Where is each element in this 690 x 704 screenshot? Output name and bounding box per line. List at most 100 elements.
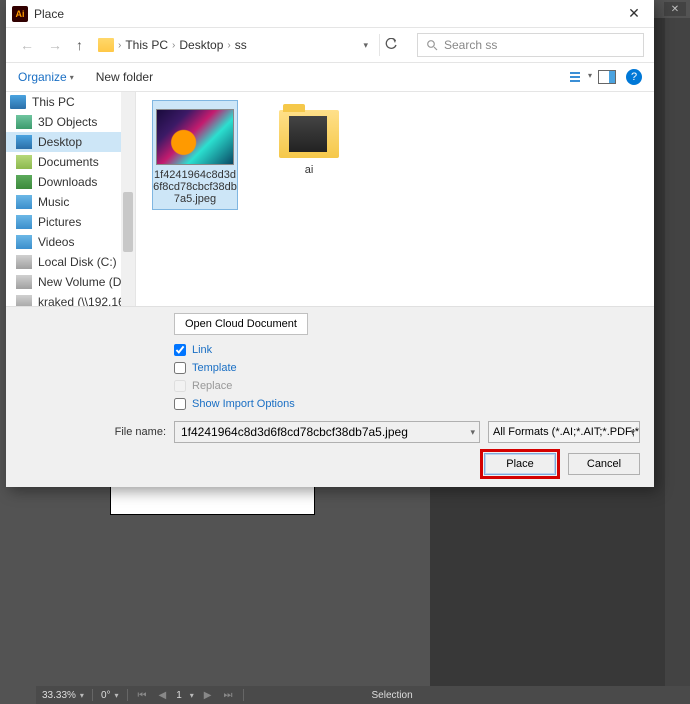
status-bar: 33.33% ▾ 0° ▾ ⏮ ◀ 1 ▾ ▶ ⏭ Selection: [36, 686, 690, 704]
disk-icon: [16, 295, 32, 306]
organize-menu[interactable]: Organize ▾: [18, 70, 74, 84]
help-button[interactable]: ?: [626, 69, 642, 85]
ai-app-icon: Ai: [12, 6, 28, 22]
tool-name: Selection: [372, 690, 413, 701]
show-import-label[interactable]: Show Import Options: [192, 398, 295, 410]
file-filter-select[interactable]: All Formats (*.AI;*.AIT;*.PDF;*.D ▾: [488, 421, 640, 443]
sidebar: This PC 3D Objects Desktop Documents Downloa…: [6, 92, 136, 306]
sidebar-item-label: kraked (\\192.16: [38, 295, 125, 306]
search-placeholder: Search ss: [444, 38, 497, 52]
template-checkbox[interactable]: [174, 362, 186, 374]
dialog-navrow: ← → ↑ › This PC › Desktop › ss ▾ Search …: [6, 28, 654, 62]
preview-pane-button[interactable]: [598, 70, 616, 84]
place-dialog: Ai Place ✕ ← → ↑ › This PC › Desktop › s…: [6, 0, 654, 487]
rotate-value[interactable]: 0°: [101, 690, 111, 701]
dialog-toolbar: Organize ▾ New folder ▾ ?: [6, 62, 654, 92]
sidebar-item-new-volume-d-[interactable]: New Volume (D:: [6, 272, 135, 292]
pc-icon: [10, 95, 26, 109]
file-name: 1f4241964c8d3d6f8cd78cbcf38db7a5.jpeg: [153, 169, 237, 205]
sidebar-item-label: Desktop: [38, 135, 82, 149]
sidebar-item-pictures[interactable]: Pictures: [6, 212, 135, 232]
replace-checkbox: [174, 380, 186, 392]
obj3d-icon: [16, 115, 32, 129]
docs-icon: [16, 155, 32, 169]
side-toolbar: [665, 18, 690, 686]
filename-label: File name:: [20, 426, 166, 438]
link-checkbox[interactable]: [174, 344, 186, 356]
disk-icon: [16, 255, 32, 269]
sidebar-item-kraked-192-16[interactable]: kraked (\\192.16: [6, 292, 135, 306]
cancel-button[interactable]: Cancel: [568, 453, 640, 475]
page-value[interactable]: 1: [176, 690, 182, 701]
sidebar-item-label: 3D Objects: [38, 115, 97, 129]
sidebar-item-label: Videos: [38, 235, 74, 249]
view-mode-button[interactable]: ▾: [570, 70, 588, 84]
dialog-close-button[interactable]: ✕: [620, 4, 648, 24]
filename-input[interactable]: 1f4241964c8d3d6f8cd78cbcf38db7a5.jpeg ▾: [174, 421, 480, 443]
show-import-checkbox[interactable]: [174, 398, 186, 410]
sidebar-item-label: Local Disk (C:): [38, 255, 117, 269]
place-button[interactable]: Place: [484, 453, 556, 475]
chevron-down-icon[interactable]: ▾: [115, 691, 119, 700]
folder-icon: [279, 110, 339, 158]
sidebar-scrollbar[interactable]: [121, 92, 135, 306]
file-name: ai: [305, 164, 314, 176]
breadcrumb-item[interactable]: This PC: [125, 38, 168, 52]
file-item-folder[interactable]: ai: [266, 100, 352, 176]
chevron-down-icon[interactable]: ▾: [630, 427, 635, 438]
sidebar-item-documents[interactable]: Documents: [6, 152, 135, 172]
zoom-value[interactable]: 33.33%: [42, 690, 76, 701]
chevron-down-icon[interactable]: ▾: [363, 40, 368, 51]
sidebar-item-desktop[interactable]: Desktop: [6, 132, 135, 152]
back-button[interactable]: ←: [16, 37, 38, 53]
search-input[interactable]: Search ss: [417, 33, 644, 57]
sidebar-item-label: Music: [38, 195, 69, 209]
vids-icon: [16, 235, 32, 249]
sidebar-item-downloads[interactable]: Downloads: [6, 172, 135, 192]
sidebar-item-videos[interactable]: Videos: [6, 232, 135, 252]
sidebar-item-this-pc[interactable]: This PC: [6, 92, 135, 112]
link-label[interactable]: Link: [192, 344, 212, 356]
breadcrumb-item[interactable]: ss: [235, 38, 247, 52]
sidebar-item-label: This PC: [32, 95, 75, 109]
sidebar-item-label: Documents: [38, 155, 99, 169]
music-icon: [16, 195, 32, 209]
chevron-down-icon[interactable]: ▾: [190, 691, 194, 700]
chevron-down-icon[interactable]: ▾: [80, 691, 84, 700]
illustrator-window: — □ ✕ 33.33%▾ 0°▾ ⏮ ◀ 1 ▾ ▶ ⏭ Selection …: [0, 0, 690, 704]
breadcrumb-item[interactable]: Desktop: [179, 38, 223, 52]
desktop-icon: [16, 135, 32, 149]
image-thumbnail: [156, 109, 234, 165]
chevron-down-icon[interactable]: ▾: [470, 427, 475, 438]
dialog-bottom-panel: Open Cloud Document Link Template Replac…: [6, 306, 654, 487]
search-icon: [426, 39, 438, 51]
next-page-button[interactable]: ▶: [202, 690, 214, 701]
new-folder-button[interactable]: New folder: [96, 70, 153, 84]
file-item-image[interactable]: 1f4241964c8d3d6f8cd78cbcf38db7a5.jpeg: [152, 100, 238, 210]
replace-label: Replace: [192, 380, 232, 392]
first-page-button[interactable]: ⏮: [136, 690, 149, 701]
down-icon: [16, 175, 32, 189]
refresh-button[interactable]: [379, 34, 401, 56]
folder-icon: [98, 38, 114, 52]
open-cloud-button[interactable]: Open Cloud Document: [174, 313, 308, 335]
up-button[interactable]: ↑: [72, 37, 87, 53]
sidebar-item-label: New Volume (D:: [38, 275, 125, 289]
template-label[interactable]: Template: [192, 362, 237, 374]
refresh-icon: [384, 38, 398, 52]
sidebar-item-label: Downloads: [38, 175, 97, 189]
last-page-button[interactable]: ⏭: [222, 690, 235, 701]
app-close-button[interactable]: ✕: [664, 2, 686, 16]
disk-icon: [16, 275, 32, 289]
prev-page-button[interactable]: ◀: [157, 690, 169, 701]
forward-button: →: [44, 37, 66, 53]
pics-icon: [16, 215, 32, 229]
sidebar-item-music[interactable]: Music: [6, 192, 135, 212]
dialog-title: Place: [34, 7, 64, 21]
sidebar-item-label: Pictures: [38, 215, 81, 229]
sidebar-item-3d-objects[interactable]: 3D Objects: [6, 112, 135, 132]
files-area[interactable]: 1f4241964c8d3d6f8cd78cbcf38db7a5.jpeg ai: [136, 92, 654, 306]
breadcrumb[interactable]: › This PC › Desktop › ss ▾: [93, 34, 373, 56]
dialog-titlebar: Ai Place ✕: [6, 0, 654, 28]
sidebar-item-local-disk-c-[interactable]: Local Disk (C:): [6, 252, 135, 272]
